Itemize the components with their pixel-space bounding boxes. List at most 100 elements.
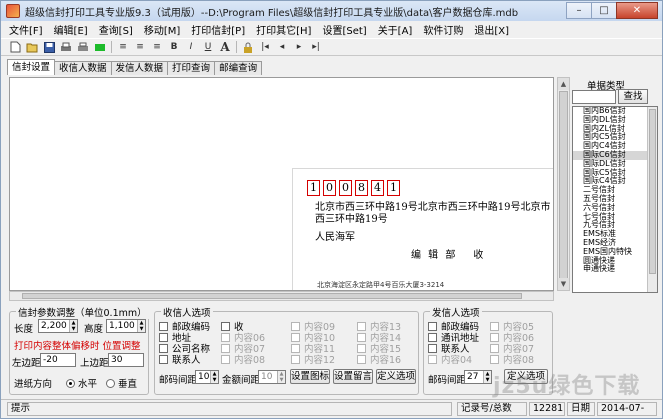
menu-bar: 文件[F] 编辑[E] 查询[S] 移动[M] 打印信封[P] 打印其它[H] … (1, 21, 662, 37)
tab-envelope-settings[interactable]: 信封设置 (7, 59, 56, 75)
menu-about[interactable]: 关于[A] (378, 22, 413, 37)
set-note-button[interactable]: 设置留言 (333, 369, 373, 384)
lock-icon[interactable] (242, 41, 254, 53)
toolbar-separator (111, 41, 112, 53)
horizontal-scrollbar[interactable] (9, 291, 554, 301)
print-preview-icon[interactable] (77, 41, 89, 53)
document-type-panel: ▲ ▼ 单据类型 查找 国内B6信封 国内DL信封 国内ZL信封 国内C5信封 … (557, 77, 661, 299)
receiver-contact-checkbox[interactable]: 联系人 (159, 352, 201, 366)
last-record-icon[interactable]: ▸| (310, 41, 322, 53)
title-bar: 超级信封打印工具专业版9.3（试用版）--D:\Program Files\超级… (1, 1, 662, 21)
postcode-boxes: 1 0 0 8 4 1 (307, 180, 403, 196)
scroll-down-icon[interactable]: ▼ (558, 278, 569, 290)
tab-print-query[interactable]: 打印查询 (167, 61, 216, 75)
save-icon[interactable] (43, 41, 55, 53)
top-margin-input[interactable]: 30 (108, 353, 144, 367)
receiver-content16-label: 内容16 (370, 355, 402, 366)
vertical-radio[interactable]: 垂直 (106, 376, 137, 390)
recipient-address: 北京市西三环中路19号北京市西三环中路19号北京市西三环中路19号 (315, 202, 551, 225)
spin-arrows-icon[interactable]: ▲ ▼ (69, 320, 77, 332)
envelope[interactable]: 1 0 0 8 4 1 北京市西三环中路19号北京市西三环中路19号北京市西三环… (292, 168, 553, 290)
sender-address: 北京海淀区永定路甲4号百乐大厦3-3214 (317, 281, 445, 289)
menu-order[interactable]: 软件订购 (423, 22, 463, 37)
envelope-preview[interactable]: 1 0 0 8 4 1 北京市西三环中路19号北京市西三环中路19号北京市西三环… (9, 77, 554, 291)
menu-edit[interactable]: 编辑[E] (54, 22, 88, 37)
spin-arrows-icon[interactable]: ▲ ▼ (277, 371, 285, 383)
left-margin-input[interactable]: -20 (40, 353, 76, 367)
underline-icon[interactable]: U (202, 41, 214, 53)
status-bar: 提示 记录号/总数 12281 日期 2014-07- (1, 399, 662, 418)
sender-options-title: 发信人选项 (430, 305, 482, 319)
record-value: 12281 (529, 402, 565, 416)
close-button[interactable]: ✕ (616, 2, 658, 19)
height-label: 高度 (84, 324, 104, 335)
receiver-content16-checkbox[interactable]: 内容16 (357, 352, 401, 366)
receiver-content08-checkbox[interactable]: 内容08 (221, 352, 265, 366)
open-folder-icon[interactable] (26, 41, 38, 53)
receiver-zip-spacing-stepper[interactable]: 100 ▲ ▼ (195, 370, 219, 384)
first-record-icon[interactable]: |◂ (259, 41, 271, 53)
tab-sender-data[interactable]: 发信人数据 (110, 61, 169, 75)
next-record-icon[interactable]: ▸ (293, 41, 305, 53)
new-file-icon[interactable] (9, 41, 21, 53)
length-stepper[interactable]: 2,200 ▲ ▼ (38, 319, 78, 333)
align-center-icon[interactable]: ≡ (134, 41, 146, 53)
tab-postcode-query[interactable]: 邮编查询 (214, 61, 263, 75)
horizontal-radio[interactable]: 水平 (66, 376, 97, 390)
postcode-digit: 0 (323, 180, 336, 196)
recipient-company: 人民海军 (315, 232, 355, 243)
type-list-scroll-thumb[interactable] (649, 109, 656, 274)
color-icon[interactable] (94, 41, 106, 53)
spin-arrows-icon[interactable]: ▲ ▼ (210, 371, 218, 383)
spin-arrows-icon[interactable]: ▲ ▼ (483, 371, 491, 383)
list-item[interactable]: 申通快递 (573, 265, 657, 274)
toolbar: ≡ ≡ ≡ B I U A |◂ ◂ ▸ ▸| (1, 38, 662, 56)
minimize-button[interactable]: – (566, 2, 592, 19)
set-icon-button[interactable]: 设置图标 (290, 369, 330, 384)
font-icon[interactable]: A (219, 40, 231, 54)
menu-query[interactable]: 查询[S] (99, 22, 133, 37)
receiver-content12-checkbox[interactable]: 内容12 (291, 352, 335, 366)
height-stepper[interactable]: 1,100 ▲ ▼ (106, 319, 146, 333)
menu-settings[interactable]: 设置[Set] (322, 22, 366, 37)
document-type-list[interactable]: 国内B6信封 国内DL信封 国内ZL信封 国内C5信封 国内C4信封 国际C6信… (572, 106, 658, 293)
maximize-button[interactable]: □ (591, 2, 617, 19)
receiver-define-options-button[interactable]: 定义选项 (376, 369, 416, 384)
type-search-input[interactable] (572, 90, 616, 104)
stamp-spacing-stepper[interactable]: 10 ▲ ▼ (258, 370, 286, 384)
menu-exit[interactable]: 退出[X] (474, 22, 509, 37)
menu-print-envelope[interactable]: 打印信封[P] (191, 22, 245, 37)
tab-strip: 信封设置 收信人数据 发信人数据 打印查询 邮编查询 (7, 59, 263, 76)
postcode-digit: 1 (307, 180, 320, 196)
scroll-up-icon[interactable]: ▲ (558, 78, 569, 90)
vertical-scroll-thumb[interactable] (559, 91, 568, 281)
sender-content08-checkbox[interactable]: 内容08 (490, 352, 534, 366)
length-value: 2,200 (41, 321, 67, 331)
recipient-department: 编 辑 部收 (411, 246, 485, 261)
postcode-digit: 8 (355, 180, 368, 196)
sender-content04-checkbox[interactable]: 内容04 (428, 352, 472, 366)
menu-file[interactable]: 文件[F] (9, 22, 43, 37)
checkbox-icon (357, 354, 366, 364)
postcode-digit: 4 (371, 180, 384, 196)
receiver-options-title: 收信人选项 (161, 305, 213, 319)
align-right-icon[interactable]: ≡ (151, 41, 163, 53)
print-icon[interactable] (60, 41, 72, 53)
menu-print-other[interactable]: 打印其它[H] (256, 22, 311, 37)
radio-selected-icon (66, 378, 75, 388)
vertical-scrollbar[interactable]: ▲ ▼ (557, 77, 570, 291)
spin-arrows-icon[interactable]: ▲ ▼ (137, 320, 145, 332)
align-left-icon[interactable]: ≡ (117, 41, 129, 53)
italic-icon[interactable]: I (185, 41, 197, 53)
prev-record-icon[interactable]: ◂ (276, 41, 288, 53)
feed-direction-label: 进纸方向 (14, 379, 53, 390)
sender-zip-spacing-stepper[interactable]: 27 ▲ ▼ (464, 370, 492, 384)
receiver-content08-label: 内容08 (234, 355, 266, 366)
horizontal-scroll-thumb[interactable] (22, 293, 522, 299)
receiver-zip-spacing-label: 邮码间距 (159, 375, 198, 386)
type-list-scrollbar[interactable] (647, 107, 657, 292)
menu-move[interactable]: 移动[M] (144, 22, 180, 37)
type-search-button[interactable]: 查找 (618, 89, 648, 104)
tab-receiver-data[interactable]: 收信人数据 (54, 61, 112, 75)
bold-icon[interactable]: B (168, 41, 180, 53)
